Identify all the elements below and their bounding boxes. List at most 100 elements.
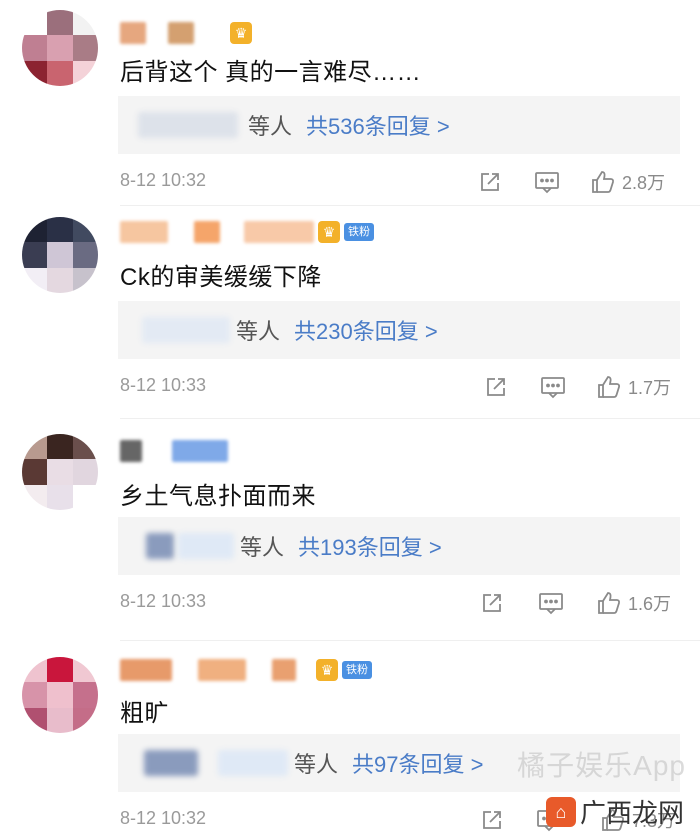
site-logo-icon: ⌂ <box>545 796 576 827</box>
reply-count[interactable]: 共536条回复 > <box>306 109 450 141</box>
crown-icon: ♛ <box>318 221 340 243</box>
username-blur <box>120 221 168 243</box>
avatar-pixel <box>72 267 98 293</box>
share-icon[interactable] <box>478 167 502 197</box>
avatar-pixel <box>47 35 73 61</box>
username-blur <box>244 221 314 243</box>
avatar-pixel <box>72 484 98 510</box>
thumbs-up-icon <box>592 171 615 193</box>
reply-summary[interactable]: 等人 共230条回复 > <box>118 301 680 359</box>
reply-count[interactable]: 共193条回复 > <box>298 530 442 562</box>
reply-who: 等人 <box>236 319 281 344</box>
avatar-pixel <box>72 60 98 86</box>
comment-icon[interactable] <box>540 372 566 402</box>
avatar[interactable] <box>22 434 98 510</box>
comment-meta: 8-12 10:32 2.8万 <box>120 167 680 197</box>
avatar-pixel <box>72 217 98 243</box>
reply-avatar-blur <box>178 533 234 559</box>
timestamp: 8-12 10:32 <box>120 170 207 190</box>
avatar-pixel <box>47 217 73 243</box>
username[interactable]: ♛ <box>120 20 252 46</box>
like-button[interactable]: 2.8万 <box>590 167 665 197</box>
username[interactable] <box>120 438 228 464</box>
avatar[interactable] <box>22 657 98 733</box>
like-count: 1.7万 <box>628 378 672 398</box>
divider <box>120 640 700 641</box>
avatar-pixel <box>72 707 98 733</box>
reply-avatar-blur <box>144 750 198 776</box>
like-button[interactable]: 1.6万 <box>596 588 671 618</box>
comment-text: Ck的审美缓缓下降 <box>120 264 322 291</box>
like-count: 2.8万 <box>622 173 666 193</box>
reply-count[interactable]: 共97条回复 > <box>352 747 483 779</box>
avatar-pixel <box>72 35 98 61</box>
username-blur <box>172 440 228 462</box>
site-watermark: ⌂ 广西龙网 <box>545 793 684 830</box>
avatar-pixel <box>22 217 48 243</box>
username-blur <box>198 659 246 681</box>
username-blur <box>272 659 296 681</box>
comment-meta: 8-12 10:33 1.7万 <box>120 372 680 402</box>
avatar-pixel <box>22 657 48 683</box>
avatar-pixel <box>47 267 73 293</box>
share-icon[interactable] <box>484 372 508 402</box>
timestamp: 8-12 10:32 <box>120 808 207 828</box>
avatar[interactable] <box>22 217 98 293</box>
avatar-pixel <box>22 707 48 733</box>
avatar-pixel <box>72 10 98 36</box>
avatar-pixel <box>47 60 73 86</box>
divider <box>120 418 700 419</box>
comment-meta: 8-12 10:33 1.6万 <box>120 588 680 618</box>
reply-avatar-blur <box>142 317 230 343</box>
like-button[interactable]: 1.7万 <box>596 372 671 402</box>
avatar-pixel <box>22 35 48 61</box>
comment-item: ♛ 后背这个 真的一言难尽…… 等人 共536条回复 > 8-12 10:32 … <box>0 0 700 200</box>
reply-count[interactable]: 共230条回复 > <box>294 314 438 346</box>
reply-who: 等人 <box>248 114 293 139</box>
like-count: 1.6万 <box>628 594 672 614</box>
avatar-pixel <box>47 707 73 733</box>
avatar-pixel <box>22 434 48 460</box>
comment-text: 乡土气息扑面而来 <box>120 483 316 510</box>
avatar-pixel <box>72 242 98 268</box>
username-blur <box>168 22 194 44</box>
timestamp: 8-12 10:33 <box>120 591 207 611</box>
avatar-pixel <box>72 682 98 708</box>
avatar-pixel <box>47 484 73 510</box>
avatar-pixel <box>22 484 48 510</box>
site-label: 广西龙网 <box>579 798 684 828</box>
reply-summary[interactable]: 等人 共193条回复 > <box>118 517 680 575</box>
avatar-pixel <box>72 657 98 683</box>
avatar[interactable] <box>22 10 98 86</box>
avatar-pixel <box>47 657 73 683</box>
timestamp: 8-12 10:33 <box>120 375 207 395</box>
crown-icon: ♛ <box>316 659 338 681</box>
avatar-pixel <box>47 242 73 268</box>
username-blur <box>194 221 220 243</box>
fan-badge: 铁粉 <box>344 223 374 241</box>
fan-badge: 铁粉 <box>342 661 372 679</box>
share-icon[interactable] <box>480 588 504 618</box>
username[interactable]: ♛ 铁粉 <box>120 657 372 683</box>
comment-text: 后背这个 真的一言难尽…… <box>120 59 422 86</box>
avatar-pixel <box>22 242 48 268</box>
avatar-pixel <box>22 60 48 86</box>
avatar-pixel <box>22 10 48 36</box>
reply-avatar-blur <box>146 533 174 559</box>
avatar-pixel <box>22 682 48 708</box>
share-icon[interactable] <box>480 805 504 835</box>
comment-icon[interactable] <box>538 588 564 618</box>
avatar-pixel <box>47 459 73 485</box>
divider <box>120 205 700 206</box>
username[interactable]: ♛ 铁粉 <box>120 219 374 245</box>
comment-item: ♛ 铁粉 Ck的审美缓缓下降 等人 共230条回复 > 8-12 10:33 1… <box>0 205 700 415</box>
comment-icon[interactable] <box>534 167 560 197</box>
avatar-pixel <box>72 459 98 485</box>
avatar-pixel <box>47 10 73 36</box>
reply-summary[interactable]: 等人 共536条回复 > <box>118 96 680 154</box>
reply-who: 等人 <box>294 752 339 777</box>
comment-item: 乡土气息扑面而来 等人 共193条回复 > 8-12 10:33 1.6万 <box>0 420 700 635</box>
avatar-pixel <box>47 682 73 708</box>
avatar-pixel <box>47 434 73 460</box>
avatar-pixel <box>22 267 48 293</box>
